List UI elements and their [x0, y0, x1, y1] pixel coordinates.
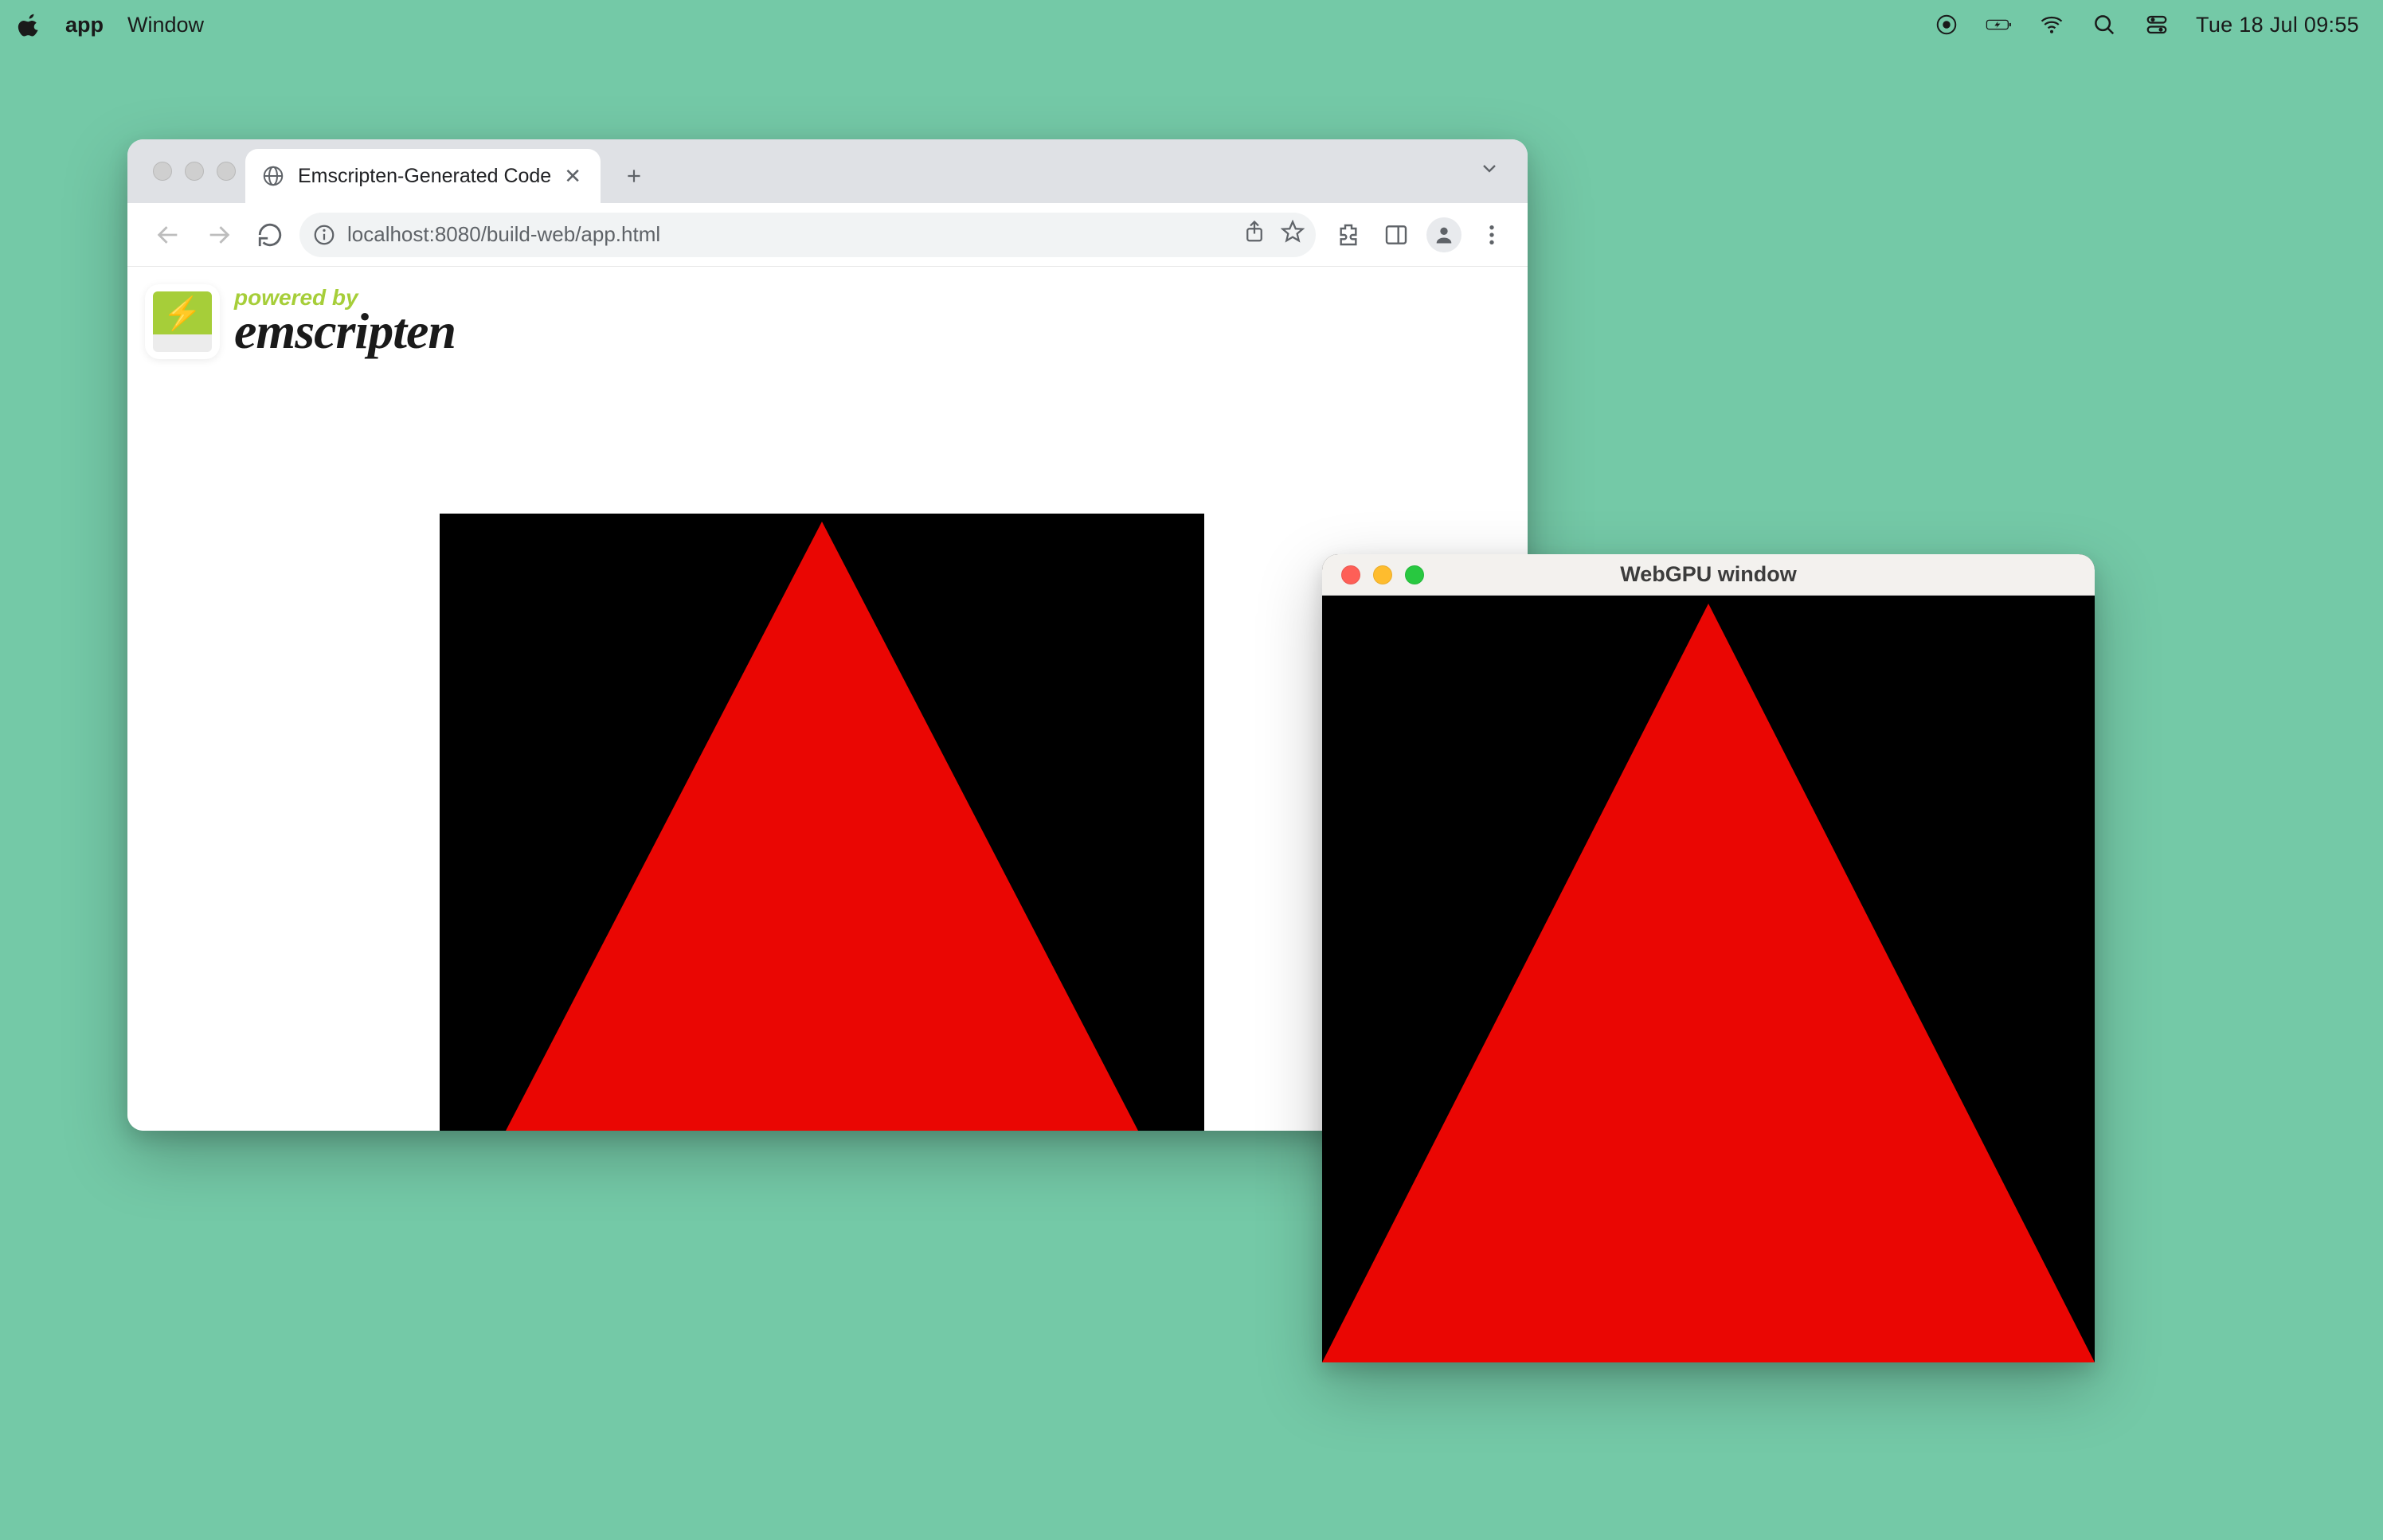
emscripten-banner: ⚡ powered by emscripten: [127, 267, 1528, 367]
apple-icon[interactable]: [18, 13, 41, 37]
globe-icon: [261, 164, 285, 188]
screenrecord-icon[interactable]: [1933, 13, 1960, 37]
url-host: localhost: [347, 222, 429, 246]
red-triangle: [1322, 601, 2095, 1362]
extensions-icon[interactable]: [1328, 215, 1368, 255]
chrome-toolbar: localhost:8080/build-web/app.html: [127, 203, 1528, 267]
battery-icon[interactable]: [1986, 13, 2013, 37]
traffic-close-icon[interactable]: [153, 162, 172, 181]
profile-avatar[interactable]: [1424, 215, 1464, 255]
toolbar-right: [1324, 215, 1512, 255]
traffic-zoom-icon[interactable]: [217, 162, 236, 181]
url-text: localhost:8080/build-web/app.html: [347, 222, 660, 247]
share-icon[interactable]: [1242, 220, 1266, 249]
browser-viewport: ⚡ powered by emscripten: [127, 267, 1528, 1131]
new-tab-button[interactable]: [612, 154, 656, 198]
menubar-clock[interactable]: Tue 18 Jul 09:55: [2196, 13, 2359, 37]
bookmark-star-icon[interactable]: [1281, 220, 1305, 249]
native-canvas: [1322, 596, 2095, 1362]
menubar-menu-window[interactable]: Window: [127, 13, 204, 37]
native-window-title: WebGPU window: [1322, 562, 2095, 587]
url-path: :8080/build-web/app.html: [429, 222, 661, 246]
search-icon[interactable]: [2091, 13, 2118, 37]
webgl-canvas: [440, 514, 1204, 1131]
traffic-minimize-icon[interactable]: [185, 162, 204, 181]
native-window: WebGPU window: [1322, 554, 2095, 1362]
site-info-icon[interactable]: [312, 223, 336, 247]
macos-menubar: app Window Tue 18 Jul 09:55: [0, 0, 2383, 49]
emscripten-logo-icon: ⚡: [145, 284, 220, 359]
chrome-tabstrip: Emscripten-Generated Code ✕: [127, 139, 1528, 203]
back-button[interactable]: [147, 213, 190, 256]
browser-traffic-lights: [153, 162, 236, 181]
red-triangle: [440, 519, 1204, 1131]
address-bar[interactable]: localhost:8080/build-web/app.html: [299, 213, 1316, 257]
emscripten-text: powered by emscripten: [234, 287, 456, 357]
emscripten-brand-label: emscripten: [234, 306, 456, 357]
control-center-icon[interactable]: [2143, 13, 2170, 37]
browser-tab[interactable]: Emscripten-Generated Code ✕: [245, 149, 601, 203]
forward-button[interactable]: [198, 213, 241, 256]
kebab-menu-icon[interactable]: [1472, 215, 1512, 255]
menubar-right: Tue 18 Jul 09:55: [1933, 13, 2359, 37]
browser-window: Emscripten-Generated Code ✕ localhost:80…: [127, 139, 1528, 1131]
omnibox-actions: [1242, 220, 1305, 249]
tab-close-icon[interactable]: ✕: [564, 166, 581, 186]
sidepanel-icon[interactable]: [1376, 215, 1416, 255]
menubar-app-name[interactable]: app: [65, 13, 104, 37]
wifi-icon[interactable]: [2038, 13, 2065, 37]
reload-button[interactable]: [248, 213, 292, 256]
tab-title: Emscripten-Generated Code: [298, 165, 551, 188]
menubar-left: app Window: [18, 13, 204, 37]
tablist-chevron-icon[interactable]: [1478, 158, 1501, 186]
native-titlebar: WebGPU window: [1322, 554, 2095, 596]
